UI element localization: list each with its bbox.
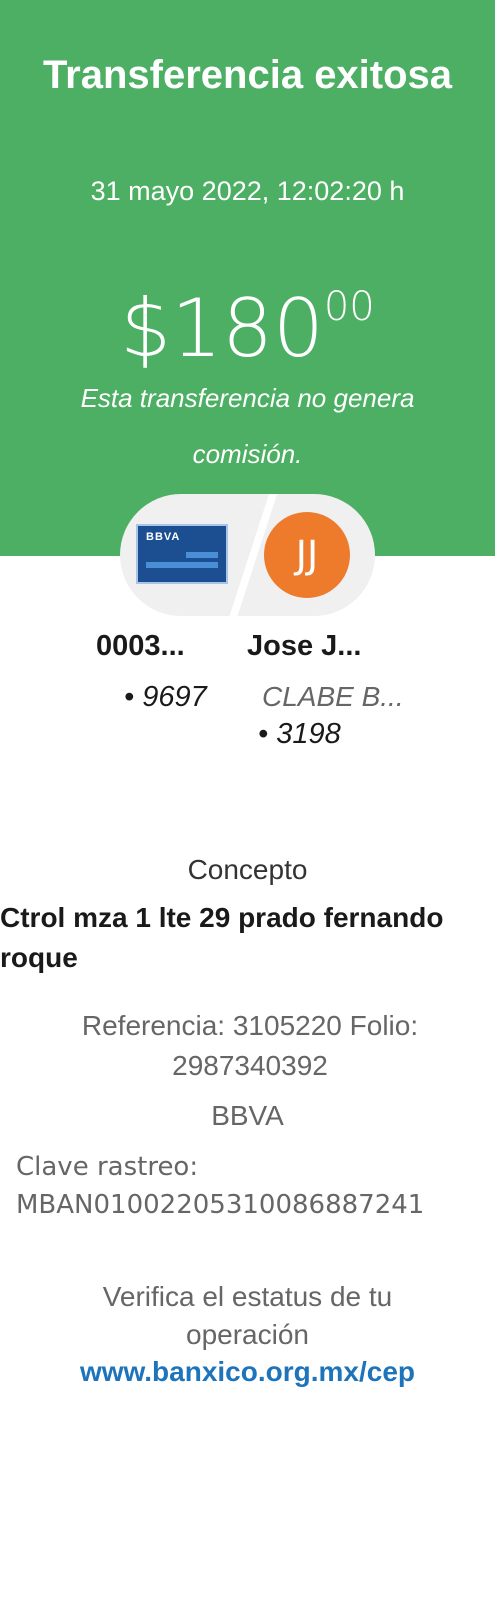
page-title: Transferencia exitosa	[42, 53, 453, 97]
tracking-key-label: Clave rastreo:	[16, 1152, 199, 1182]
bank-name: BBVA	[211, 1100, 284, 1131]
verify-text: Verifica el estatus de tu operación	[102, 1281, 393, 1350]
bbva-card-icon: BBVA	[136, 524, 228, 584]
card-stripe	[146, 562, 218, 568]
card-stripe	[186, 552, 218, 558]
destination-account-number: • 3198	[258, 718, 341, 750]
banxico-link[interactable]: www.banxico.org.mx/cep	[0, 1356, 495, 1388]
tracking-key: Clave rastreo: MBAN01002205310086887241	[16, 1148, 486, 1224]
commission-note: Esta transferencia no genera comisión.	[80, 383, 415, 469]
transfer-amount: $18000	[0, 262, 495, 374]
transfer-datetime: 31 mayo 2022, 12:02:20 h	[90, 176, 405, 206]
avatar: JJ	[264, 512, 350, 598]
amount-cents: 00	[323, 284, 375, 330]
concept-label: Concepto	[187, 854, 308, 885]
origin-account-number: • 9697	[124, 681, 207, 713]
concept-text: Ctrol mza 1 lte 29 prado fernando roque	[0, 902, 444, 973]
accounts-pill: BBVA JJ	[120, 494, 375, 616]
card-brand: BBVA	[146, 531, 181, 543]
tracking-key-value: MBAN01002205310086887241	[16, 1190, 425, 1220]
reference-folio: Referencia: 3105220 Folio: 2987340392	[81, 1010, 419, 1081]
amount-main: $180	[120, 282, 324, 375]
origin-account-name: 0003...	[96, 630, 185, 662]
destination-name: Jose J...	[247, 630, 362, 662]
destination-account-type: CLABE B...	[262, 681, 404, 712]
